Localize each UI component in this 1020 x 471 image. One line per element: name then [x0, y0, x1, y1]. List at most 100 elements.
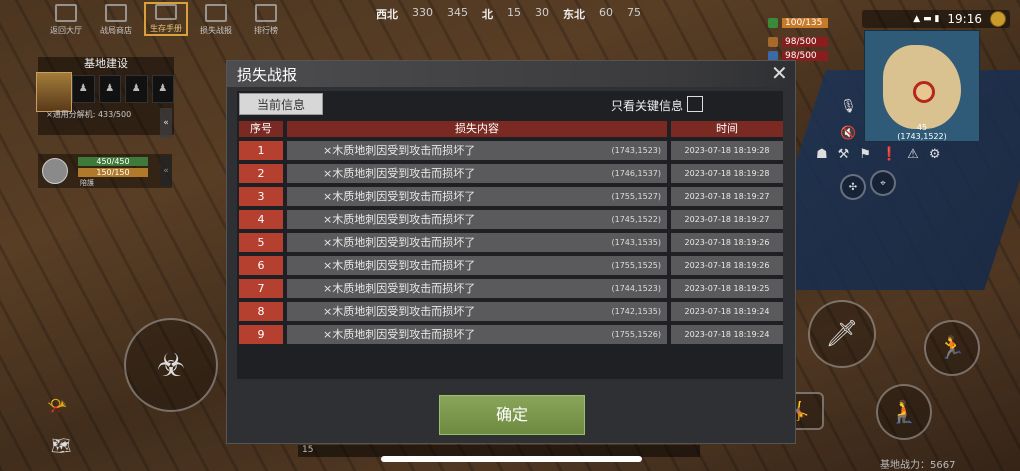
pet-panel[interactable]: 450/450 150/150 陪護 [38, 154, 172, 188]
pet-avatar [42, 158, 68, 184]
warning-icon[interactable]: ⚠ [907, 147, 919, 162]
table-row: 9 ×木质地刺因受到攻击而损坏了 (1755,1526) 2023-07-18 18:… [239, 325, 783, 344]
melee-attack-button[interactable]: 🗡 [808, 300, 876, 368]
pet-stamina: 150/150 [78, 168, 148, 177]
row-number: 6 [239, 256, 283, 275]
crouch-button[interactable]: 🧎 [876, 384, 932, 440]
row-content: ×木质地刺因受到攻击而损坏了 [323, 236, 476, 249]
nav-leaderboard[interactable]: 排行榜 [244, 2, 288, 36]
row-time: 2023-07-18 18:19:28 [671, 164, 783, 183]
key-only-label: 只看关键信息 [611, 99, 684, 113]
report-panel: 当前信息 只看关键信息 序号 损失内容 时间 1 ×木质地刺因受到攻击而损坏了 (1… [237, 91, 783, 408]
tool-icon[interactable]: ⚒ [838, 147, 850, 162]
movement-joystick[interactable]: ☣ [124, 318, 218, 412]
whistle-icon[interactable]: 📯 [40, 392, 74, 418]
avatar[interactable] [36, 72, 72, 112]
gear-icon[interactable]: ⚙ [929, 147, 941, 162]
row-number: 8 [239, 302, 283, 321]
compass-mark: 330 [412, 6, 433, 19]
base-count: ×通用分解机: 433/500 [46, 110, 132, 119]
voice-icons: 🎙 🔇 [840, 99, 857, 141]
microphone-icon[interactable]: 🎙 [840, 99, 857, 114]
wifi-icon: ▲ ▬ ▮ [913, 14, 940, 24]
coin-icon[interactable] [990, 11, 1006, 27]
row-number: 5 [239, 233, 283, 252]
collapse-tab[interactable]: « [160, 108, 172, 138]
nav-return-lobby[interactable]: 返回大厅 [44, 2, 88, 36]
row-coord: (1745,1522) [611, 215, 661, 224]
row-content-cell: ×木质地刺因受到攻击而损坏了 (1745,1522) [287, 210, 667, 229]
row-content-cell: ×木质地刺因受到攻击而损坏了 (1746,1537) [287, 164, 667, 183]
row-content: ×木质地刺因受到攻击而损坏了 [323, 282, 476, 295]
compass-mark: 北 [482, 8, 493, 21]
row-content-cell: ×木质地刺因受到攻击而损坏了 (1743,1535) [287, 233, 667, 252]
row-coord: (1742,1535) [611, 307, 661, 316]
hud-icon-row: ☗ ⚒ ⚑ ❗ ⚠ ⚙ [816, 147, 940, 162]
confirm-button[interactable]: 确定 [439, 395, 585, 435]
row-content: ×木质地刺因受到攻击而损坏了 [323, 190, 476, 203]
table-row: 8 ×木质地刺因受到攻击而损坏了 (1742,1535) 2023-07-18 18:… [239, 302, 783, 321]
compass-mark: 15 [507, 6, 521, 19]
minimap[interactable]: 45 (1743,1522) [864, 30, 980, 142]
book-icon [155, 4, 177, 20]
compass-mark: 西北 [376, 8, 398, 21]
header-content: 损失内容 [287, 121, 667, 137]
key-only-checkbox[interactable] [687, 96, 703, 112]
loss-report-dialog: 损失战报 ✕ 当前信息 只看关键信息 序号 损失内容 时间 1 ×木质地刺因受到攻… [226, 60, 796, 444]
table-row: 7 ×木质地刺因受到攻击而损坏了 (1744,1523) 2023-07-18 18:… [239, 279, 783, 298]
build-slot[interactable]: ♟ [125, 75, 148, 103]
nav-match-shop[interactable]: 战局商店 [94, 2, 138, 36]
row-number: 4 [239, 210, 283, 229]
heart-icon [768, 17, 778, 28]
base-slots: ♟ ♟ ♟ ♟ [72, 75, 174, 103]
mask-icon[interactable]: ☗ [816, 147, 828, 162]
row-content-cell: ×木质地刺因受到攻击而损坏了 (1755,1527) [287, 187, 667, 206]
row-content-cell: ×木质地刺因受到攻击而损坏了 (1744,1523) [287, 279, 667, 298]
row-time: 2023-07-18 18:19:27 [671, 210, 783, 229]
jump-button[interactable]: 🏃 [924, 320, 980, 376]
compass-mark: 60 [599, 6, 613, 19]
row-content: ×木质地刺因受到攻击而损坏了 [323, 259, 476, 272]
speaker-icon[interactable]: 🔇 [840, 126, 857, 141]
row-content: ×木质地刺因受到攻击而损坏了 [323, 213, 476, 226]
row-content: ×木质地刺因受到攻击而损坏了 [323, 305, 476, 318]
location-pin-icon[interactable]: ⌖ [870, 170, 896, 196]
info-icon[interactable]: ❗ [881, 147, 897, 162]
nav-label: 生存手册 [150, 24, 182, 33]
row-number: 3 [239, 187, 283, 206]
row-coord: (1743,1535) [611, 238, 661, 247]
table-row: 3 ×木质地刺因受到攻击而损坏了 (1755,1527) 2023-07-18 18:… [239, 187, 783, 206]
row-time: 2023-07-18 18:19:27 [671, 187, 783, 206]
row-coord: (1755,1527) [611, 192, 661, 201]
home-indicator[interactable] [381, 456, 642, 462]
dialog-title: 损失战报 [237, 66, 298, 84]
row-number: 1 [239, 141, 283, 160]
row-time: 2023-07-18 18:19:26 [671, 233, 783, 252]
header-time: 时间 [671, 121, 783, 137]
compass-button[interactable]: ✣ [840, 174, 866, 200]
build-slot[interactable]: ♟ [98, 75, 121, 103]
build-slot[interactable]: ♟ [151, 75, 174, 103]
minimap-level: 45 [916, 123, 928, 132]
status-bar: ▲ ▬ ▮ 19:16 [862, 10, 1010, 28]
top-nav: 返回大厅 战局商店 生存手册 损失战报 排行榜 [44, 2, 288, 36]
close-icon[interactable]: ✕ [771, 63, 788, 83]
pet-status: 陪護 [80, 179, 94, 187]
table-row: 1 ×木质地刺因受到攻击而损坏了 (1743,1523) 2023-07-18 18:… [239, 141, 783, 160]
row-content: ×木质地刺因受到攻击而损坏了 [323, 167, 476, 180]
health-value: 100/135 [782, 17, 828, 28]
player-marker-icon [913, 81, 935, 103]
build-slot[interactable]: ♟ [72, 75, 95, 103]
nav-loss-report[interactable]: 损失战报 [194, 2, 238, 36]
map-icon[interactable]: 🗺 [44, 430, 78, 460]
food-icon [768, 36, 778, 47]
nav-label: 返回大厅 [50, 26, 82, 35]
food-stat: 98/500 [768, 36, 828, 47]
minimap-coord: (1743,1522) [897, 132, 947, 141]
row-content-cell: ×木质地刺因受到攻击而损坏了 (1755,1525) [287, 256, 667, 275]
tab-current-info[interactable]: 当前信息 [239, 93, 323, 115]
flag-icon[interactable]: ⚑ [859, 147, 871, 162]
row-time: 2023-07-18 18:19:28 [671, 141, 783, 160]
nav-survival-manual[interactable]: 生存手册 [144, 2, 188, 36]
row-time: 2023-07-18 18:19:25 [671, 279, 783, 298]
